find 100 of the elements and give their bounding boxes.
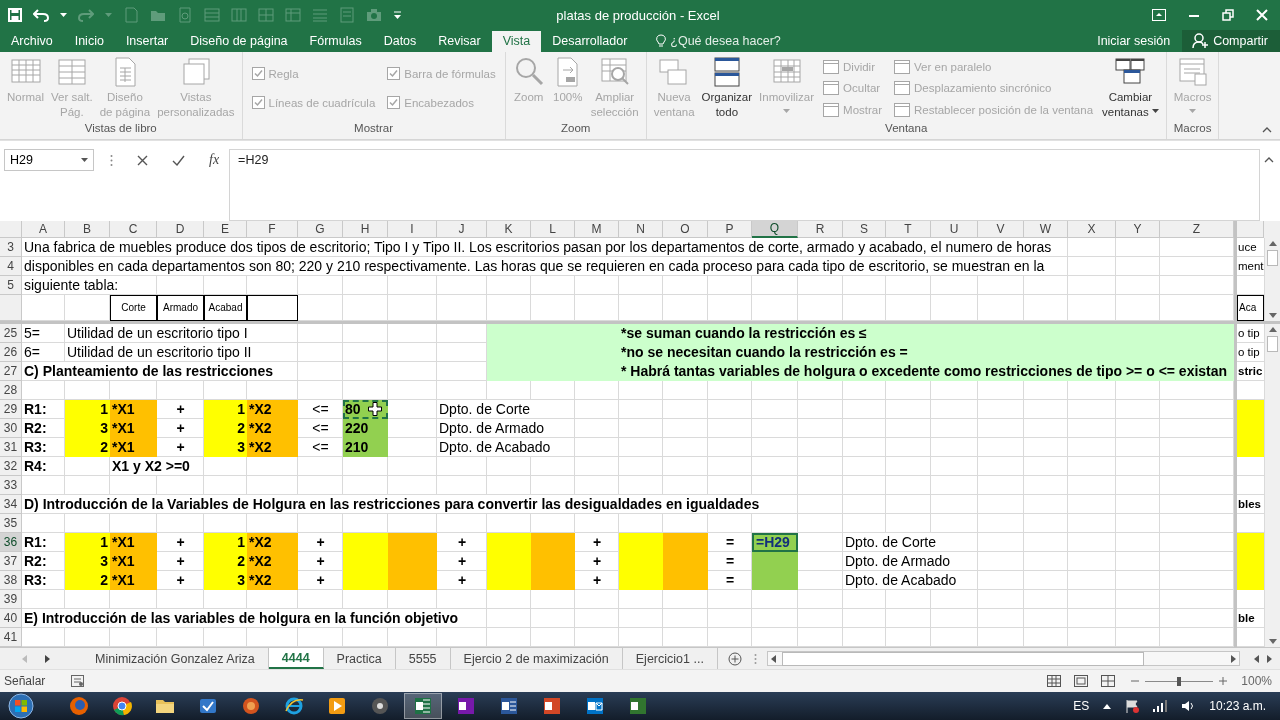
column-header[interactable]: A xyxy=(22,221,65,238)
column-header[interactable]: F xyxy=(247,221,298,238)
ribbon-display-options-icon[interactable] xyxy=(1152,9,1166,21)
row-header[interactable]: 4 xyxy=(0,257,22,276)
scroll-left-icon[interactable] xyxy=(770,654,776,663)
page-layout-view-icon[interactable] xyxy=(1074,675,1089,687)
cancel-icon[interactable] xyxy=(137,154,148,166)
normal-view-icon[interactable] xyxy=(1047,675,1062,687)
row-header[interactable]: 39 xyxy=(0,590,22,609)
column-header[interactable]: V xyxy=(978,221,1024,238)
restore-icon[interactable] xyxy=(1222,9,1234,21)
enter-icon[interactable] xyxy=(172,154,185,166)
row-header[interactable]: 33 xyxy=(0,476,22,495)
sign-in-link[interactable]: Iniciar sesión xyxy=(1085,34,1183,52)
zoom-level-text[interactable]: 100% xyxy=(1241,674,1272,688)
clock[interactable]: 10:23 a.m. xyxy=(1209,699,1266,713)
row-header[interactable]: 34 xyxy=(0,495,22,514)
ribbon-tab[interactable]: Archivo xyxy=(0,31,64,52)
scroll-right-icon[interactable] xyxy=(1267,654,1272,663)
show-hidden-icons-icon[interactable] xyxy=(1103,703,1112,709)
column-header[interactable]: B xyxy=(65,221,110,238)
scroll-thumb[interactable] xyxy=(1267,250,1278,266)
scroll-right-icon[interactable] xyxy=(1231,654,1236,663)
column-header[interactable]: W xyxy=(1024,221,1068,238)
column-header[interactable]: Q xyxy=(752,221,798,238)
column-header[interactable]: L xyxy=(531,221,575,238)
zoom-in-icon[interactable] xyxy=(1219,677,1228,685)
row-header[interactable]: 41 xyxy=(0,628,22,647)
macro-record-icon[interactable] xyxy=(71,675,85,687)
column-header[interactable]: K xyxy=(487,221,531,238)
scroll-down-icon[interactable] xyxy=(1268,313,1277,318)
row-header[interactable]: 5 xyxy=(0,276,22,295)
column-header[interactable]: N xyxy=(619,221,663,238)
share-button[interactable]: Compartir xyxy=(1182,30,1280,52)
scroll-thumb[interactable] xyxy=(781,651,1144,666)
column-header[interactable]: D xyxy=(157,221,204,238)
column-header[interactable]: S xyxy=(843,221,886,238)
ribbon-tab[interactable]: Inicio xyxy=(63,31,115,52)
row-header[interactable]: 35 xyxy=(0,514,22,533)
row-header[interactable]: 26 xyxy=(0,343,22,362)
column-header[interactable]: R xyxy=(798,221,843,238)
column-header[interactable]: P xyxy=(708,221,752,238)
ribbon-button[interactable]: Cambiar ventanas xyxy=(1099,55,1162,120)
insert-function-button[interactable]: fx xyxy=(209,152,220,168)
column-header[interactable]: J xyxy=(437,221,487,238)
row-header[interactable]: 25 xyxy=(0,324,22,343)
row-header[interactable]: 30 xyxy=(0,419,22,438)
row-header[interactable]: 27 xyxy=(0,362,22,381)
save-icon[interactable] xyxy=(8,8,22,22)
ribbon-tab[interactable]: Revisar xyxy=(427,31,492,52)
column-header[interactable]: I xyxy=(388,221,437,238)
add-sheet-icon[interactable] xyxy=(727,651,742,666)
scroll-down-icon[interactable] xyxy=(1268,639,1277,644)
caret-icon[interactable] xyxy=(60,13,67,17)
undo-icon[interactable] xyxy=(33,8,49,22)
grip-icon[interactable] xyxy=(110,153,113,167)
next-sheet-icon[interactable] xyxy=(45,654,50,663)
column-header[interactable]: X xyxy=(1068,221,1116,238)
ribbon-tab[interactable]: Desarrollador xyxy=(541,31,639,52)
customize-menu-icon[interactable] xyxy=(393,10,402,20)
page-break-view-icon[interactable] xyxy=(1101,675,1116,687)
row-header[interactable]: 3 xyxy=(0,238,22,257)
column-header[interactable]: M xyxy=(575,221,619,238)
ribbon-tab[interactable]: Diseño de página xyxy=(179,31,299,52)
row-header[interactable]: 36 xyxy=(0,533,22,552)
row-header[interactable]: 37 xyxy=(0,552,22,571)
language-indicator[interactable]: ES xyxy=(1073,699,1090,713)
formula-field[interactable]: =H29 xyxy=(229,149,1260,221)
ribbon-tab[interactable]: Datos xyxy=(372,31,428,52)
ribbon-tab[interactable]: Fórmulas xyxy=(298,31,373,52)
column-header[interactable]: Z xyxy=(1160,221,1234,238)
volume-icon[interactable] xyxy=(1181,700,1196,712)
scroll-up-icon[interactable] xyxy=(1268,327,1277,332)
split-handle-icon[interactable] xyxy=(753,652,757,665)
column-header[interactable]: T xyxy=(886,221,931,238)
chevron-up-icon[interactable] xyxy=(1264,157,1274,163)
name-box[interactable]: H29 xyxy=(4,149,94,171)
scroll-left-icon[interactable] xyxy=(1254,654,1259,663)
column-header[interactable]: U xyxy=(931,221,978,238)
tell-me-field[interactable]: ¿Qué desea hacer? xyxy=(670,34,789,48)
column-header[interactable]: H xyxy=(343,221,388,238)
signal-icon[interactable] xyxy=(1153,700,1168,712)
row-header[interactable]: 32 xyxy=(0,457,22,476)
ribbon-tab[interactable]: Insertar xyxy=(114,31,180,52)
start-button[interactable] xyxy=(6,693,36,719)
taskbar-button[interactable] xyxy=(404,693,442,719)
column-header[interactable]: C xyxy=(110,221,157,238)
horizontal-scrollbar[interactable] xyxy=(766,651,1240,666)
vertical-scrollbar[interactable] xyxy=(1264,238,1280,321)
ribbon-button[interactable]: Organizar todo xyxy=(698,55,756,120)
column-header[interactable]: G xyxy=(298,221,343,238)
scroll-up-icon[interactable] xyxy=(1268,241,1277,246)
flag-icon[interactable] xyxy=(1125,699,1140,713)
row-header[interactable]: 29 xyxy=(0,400,22,419)
column-header[interactable]: E xyxy=(204,221,247,238)
column-header[interactable]: O xyxy=(663,221,708,238)
scroll-thumb[interactable] xyxy=(1267,336,1278,352)
close-icon[interactable] xyxy=(1256,9,1268,21)
ribbon-tab[interactable]: Vista xyxy=(491,31,542,52)
vertical-scrollbar[interactable] xyxy=(1264,324,1280,647)
